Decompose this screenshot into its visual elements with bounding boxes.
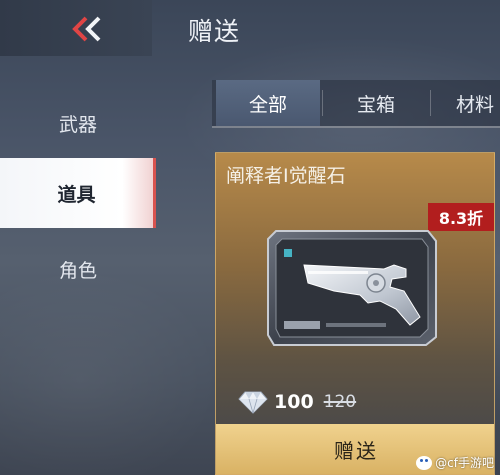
tab-divider <box>430 90 431 116</box>
item-card[interactable]: 阐释者I觉醒石 8.3折 100 120 赠送 <box>215 152 495 475</box>
filter-tabs: 全部 宝箱 材料 <box>212 80 500 128</box>
tab-label: 全部 <box>248 93 287 116</box>
current-price: 100 <box>274 391 314 413</box>
sidebar-item-weapons[interactable]: 武器 <box>0 88 156 158</box>
tab-divider <box>322 90 323 116</box>
revolver-awakening-stone-icon <box>267 230 437 346</box>
sidebar-item-label: 武器 <box>58 113 97 136</box>
tab-materials[interactable]: 材料 <box>434 80 500 126</box>
watermark-text: @cf手游吧 <box>435 456 494 470</box>
double-chevron-left-icon <box>72 16 101 42</box>
tab-label: 宝箱 <box>356 93 395 116</box>
baidu-paw-icon <box>416 455 433 470</box>
sidebar-item-characters[interactable]: 角色 <box>0 234 156 304</box>
price-row: 100 120 <box>238 387 356 417</box>
sidebar-item-props[interactable]: 道具 <box>0 158 156 228</box>
back-button[interactable] <box>68 14 108 44</box>
original-price: 120 <box>323 392 357 412</box>
tab-all[interactable]: 全部 <box>216 80 320 126</box>
item-name: 阐释者I觉醒石 <box>226 165 346 187</box>
back-area <box>0 0 152 56</box>
tab-label: 材料 <box>456 93 495 116</box>
page-title: 赠送 <box>188 17 241 46</box>
sidebar-item-label: 角色 <box>58 259 97 282</box>
sidebar-item-label: 道具 <box>57 183 96 206</box>
tab-chests[interactable]: 宝箱 <box>324 80 428 126</box>
watermark: @cf手游吧 <box>416 454 494 471</box>
diamond-icon <box>238 391 268 414</box>
